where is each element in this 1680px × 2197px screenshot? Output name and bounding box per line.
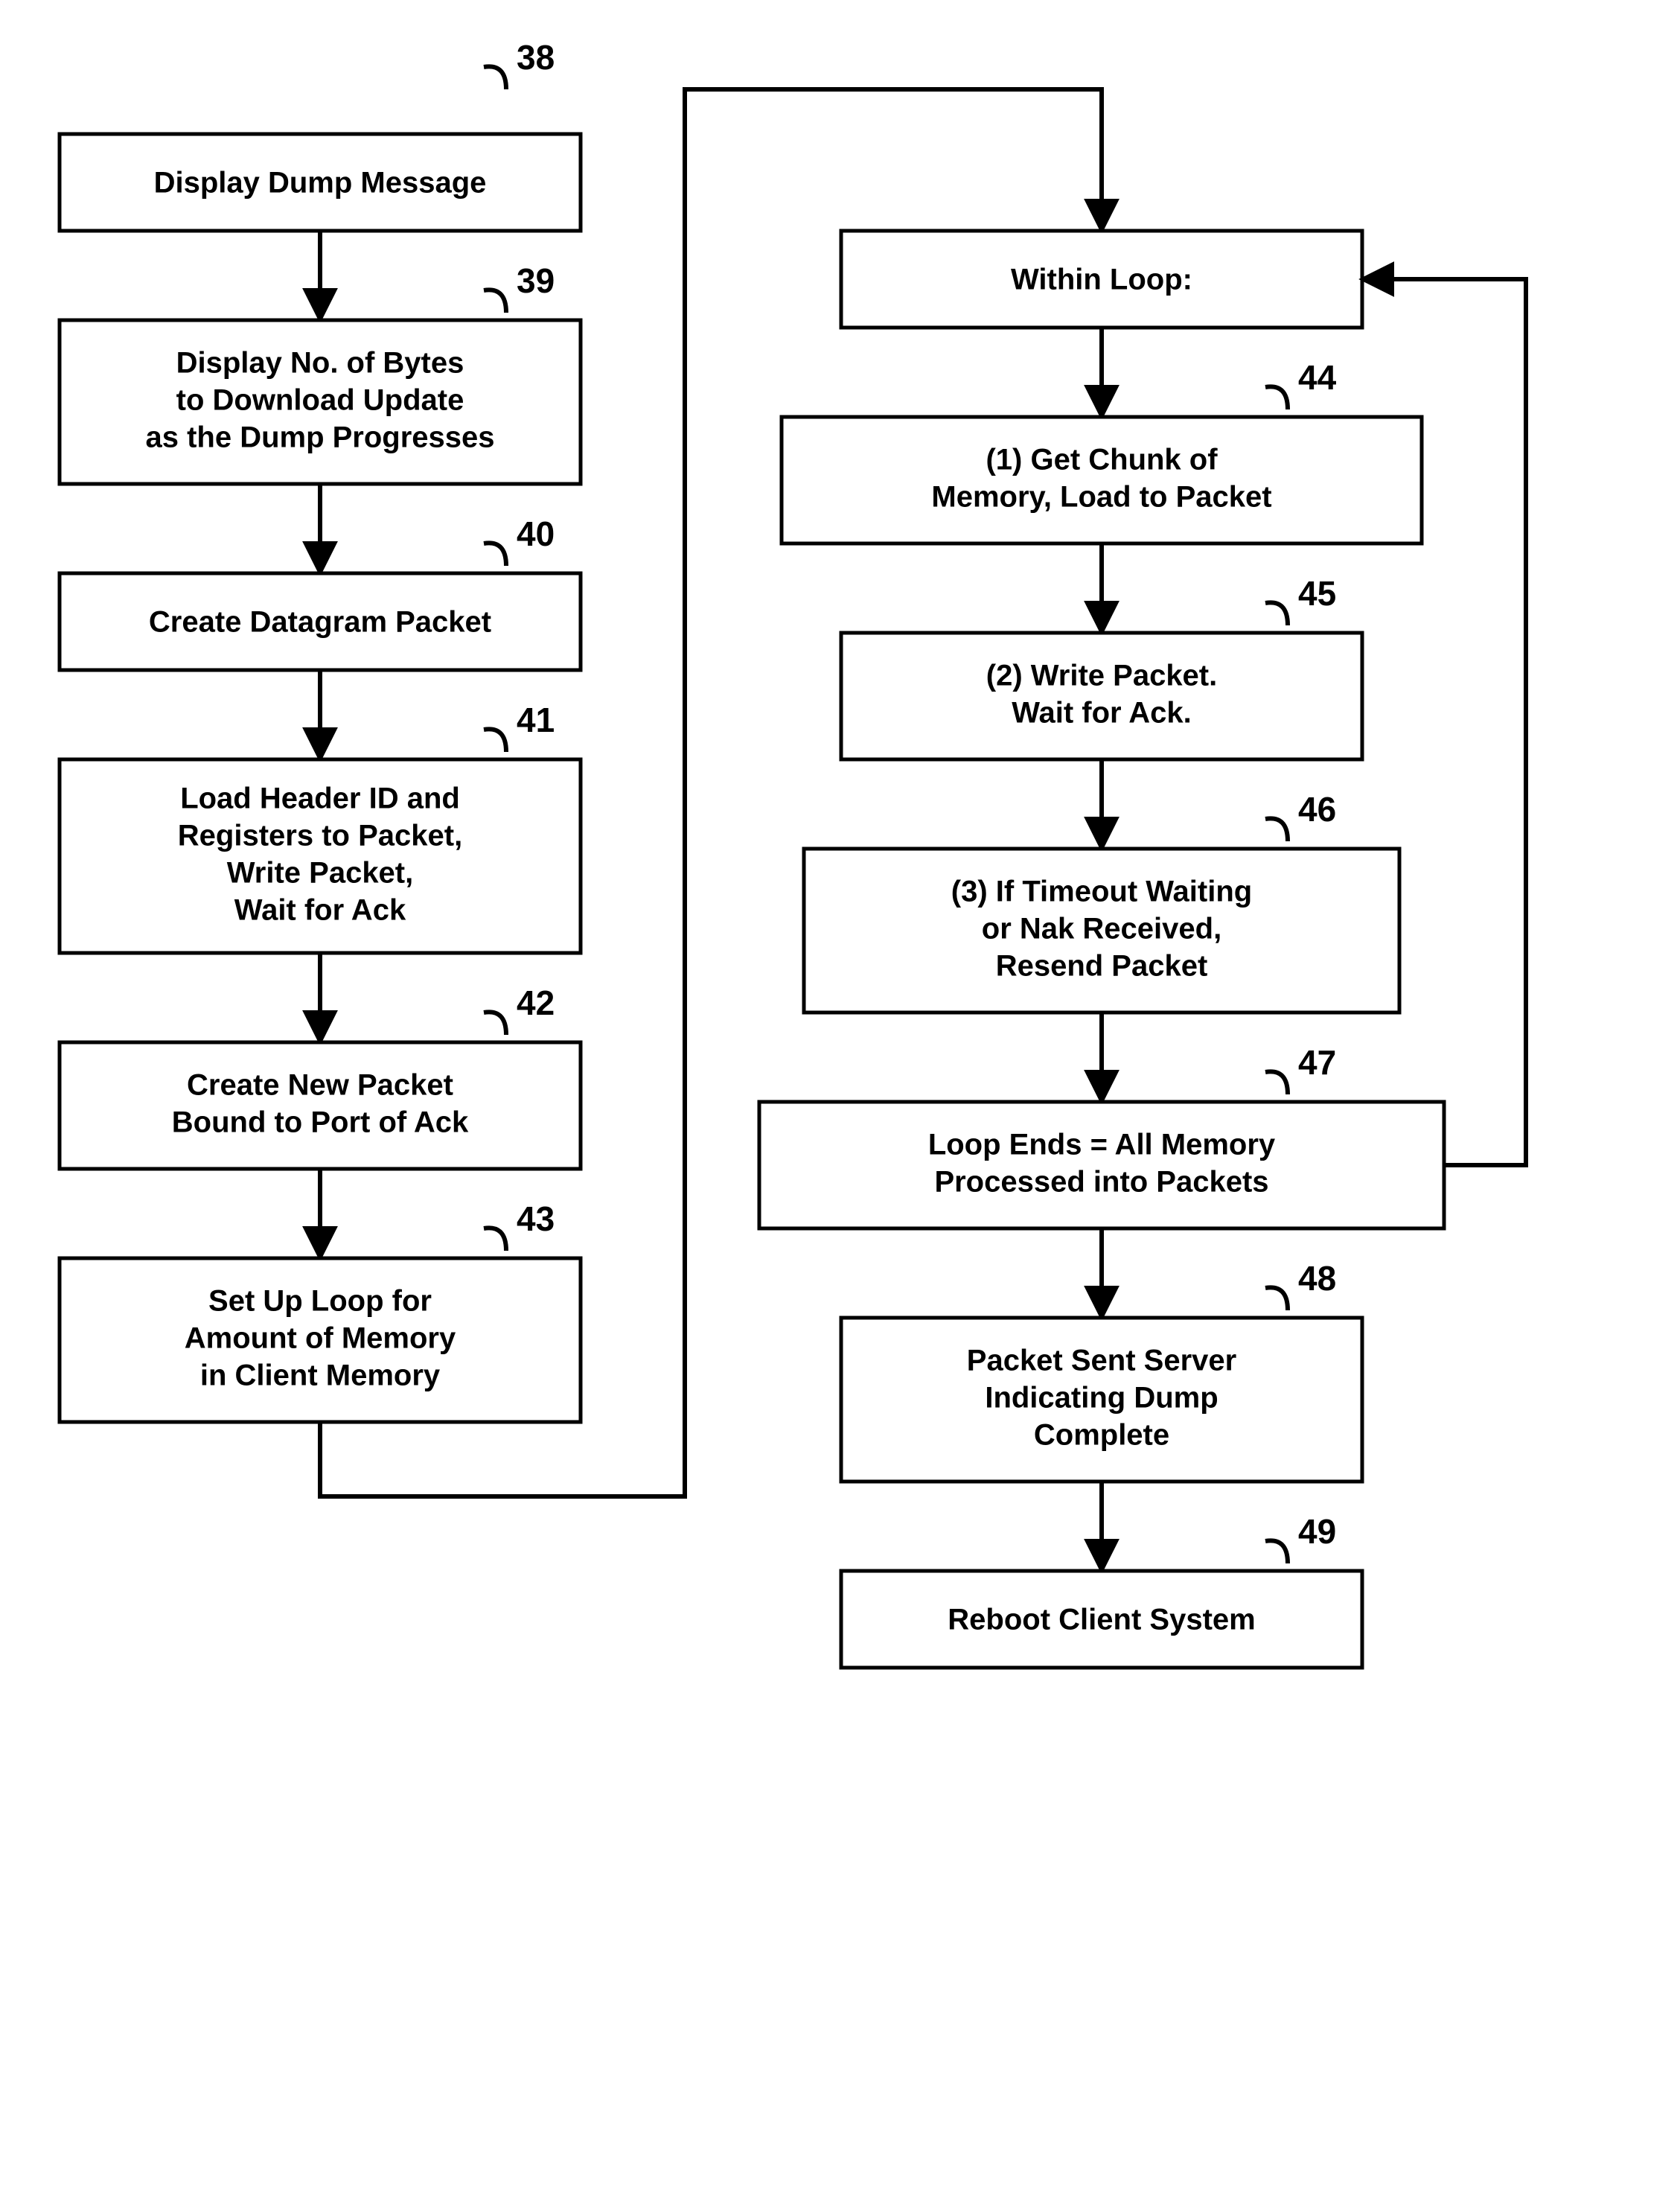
text-38: Display Dump Message (154, 167, 487, 200)
text-43-l1: Set Up Loop for (208, 1285, 432, 1318)
text-44-l2: Memory, Load to Packet (931, 481, 1271, 514)
text-49: Reboot Client System (948, 1604, 1255, 1636)
text-46-l2: or Nak Received, (982, 913, 1221, 946)
text-within-loop: Within Loop: (1011, 264, 1192, 296)
text-47-l2: Processed into Packets (934, 1166, 1268, 1199)
text-41-l3: Write Packet, (227, 857, 414, 890)
label-45: 45 (1298, 574, 1336, 613)
text-39-l2: to Download Update (176, 384, 464, 417)
label-46: 46 (1298, 790, 1336, 829)
text-41-l4: Wait for Ack (234, 894, 406, 927)
text-43-l3: in Client Memory (200, 1359, 441, 1392)
label-49: 49 (1298, 1512, 1336, 1551)
node-38: 38 Display Dump Message (60, 38, 581, 231)
text-48-l2: Indicating Dump (985, 1382, 1218, 1415)
text-39-l1: Display No. of Bytes (176, 347, 464, 380)
label-44: 44 (1298, 358, 1337, 397)
text-46-l1: (3) If Timeout Waiting (951, 876, 1252, 908)
text-45-l2: Wait for Ack. (1012, 697, 1192, 730)
arrow-loop-back (1362, 279, 1526, 1165)
label-43: 43 (517, 1199, 555, 1238)
text-43-l2: Amount of Memory (185, 1322, 456, 1355)
text-42-l2: Bound to Port of Ack (172, 1106, 469, 1139)
text-45-l1: (2) Write Packet. (986, 660, 1218, 692)
label-42: 42 (517, 983, 555, 1022)
label-40: 40 (517, 514, 555, 553)
text-39-l3: as the Dump Progresses (145, 421, 494, 454)
label-38: 38 (517, 38, 555, 77)
text-47-l1: Loop Ends = All Memory (928, 1129, 1276, 1161)
node-within-loop: Within Loop: (841, 231, 1362, 328)
label-41: 41 (517, 701, 555, 739)
text-40: Create Datagram Packet (149, 606, 491, 639)
label-47: 47 (1298, 1043, 1336, 1082)
text-44-l1: (1) Get Chunk of (986, 444, 1218, 476)
label-48: 48 (1298, 1259, 1336, 1298)
flowchart-diagram: 38 Display Dump Message 39 Display No. o… (0, 0, 1680, 2197)
text-41-l1: Load Header ID and (180, 782, 460, 815)
label-39: 39 (517, 261, 555, 300)
text-46-l3: Resend Packet (996, 950, 1208, 983)
text-41-l2: Registers to Packet, (178, 820, 462, 852)
text-42-l1: Create New Packet (187, 1069, 453, 1102)
text-48-l1: Packet Sent Server (967, 1345, 1236, 1377)
text-48-l3: Complete (1034, 1419, 1169, 1452)
